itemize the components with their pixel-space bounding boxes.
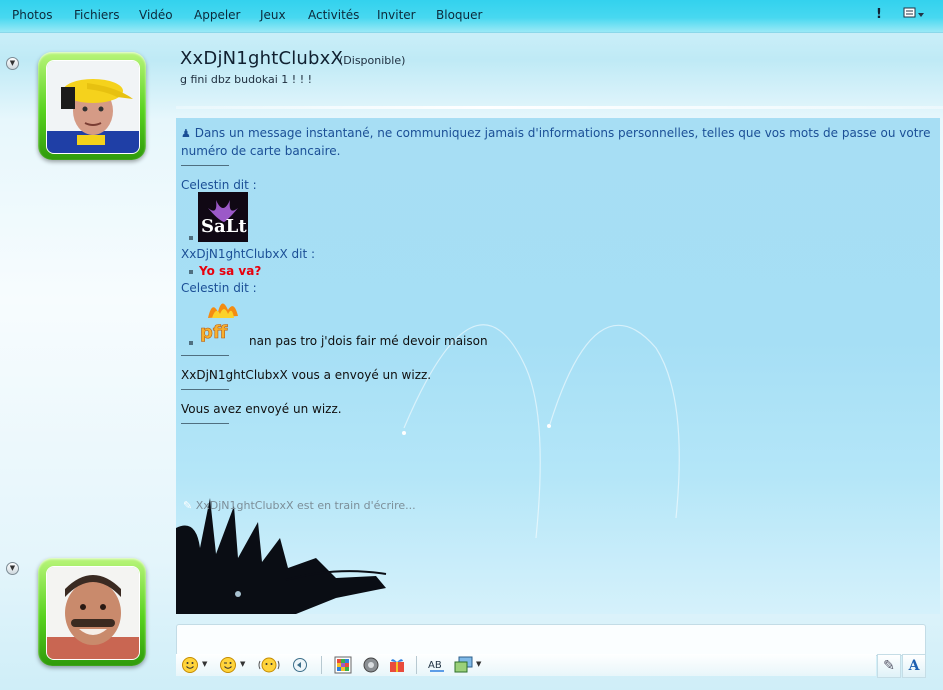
nudge-icon[interactable] [258,656,280,678]
menu-video[interactable]: Vidéo [139,8,173,22]
contact-name: XxDjN1ghtClubxX [180,48,344,69]
separator [181,165,229,166]
contact-personal-message: g fini dbz budokai 1 ! ! ! [180,73,313,86]
menu-jeux[interactable]: Jeux [260,8,286,22]
message-bullet [189,270,193,274]
contact-avatar [46,60,140,154]
font-button[interactable]: A [902,654,926,678]
separator [181,389,229,390]
handwriting-icon: ✎ [883,658,895,674]
header-divider [176,106,943,109]
menu-activites[interactable]: Activités [308,8,359,22]
message-sender: Celestin dit : [181,178,257,192]
svg-text:AB: AB [428,660,442,671]
menu-fichiers[interactable]: Fichiers [74,8,119,22]
menu-bloquer[interactable]: Bloquer [436,8,482,22]
emoticon-dropdown-icon[interactable]: ▼ [202,660,207,668]
background-icon[interactable] [334,656,352,678]
message-input[interactable] [176,624,926,656]
font-icon: A [908,658,920,674]
alert-icon[interactable]: ! [876,7,882,22]
toolbar-separator [416,656,417,674]
my-avatar [46,566,140,660]
voice-clip-icon[interactable] [292,656,308,678]
emoticon-icon[interactable] [181,656,199,678]
message-bullet [189,236,193,240]
spelling-icon[interactable]: AB [428,656,446,678]
salut-emoticon-icon: SaLt [198,192,248,242]
conversation-area[interactable]: ♟ Dans un message instantané, ne communi… [176,118,940,614]
security-warning: ♟ Dans un message instantané, ne communi… [181,126,930,140]
menu-options-icon[interactable] [903,7,925,25]
svg-text:pff: pff [200,322,228,343]
security-warning-line2: numéro de carte bancaire. [181,144,341,158]
toolbar-separator [321,656,322,674]
separator [181,355,229,356]
image-icon[interactable] [454,656,474,678]
contact-avatar-frame[interactable] [38,52,146,160]
security-warning-text: Dans un message instantané, ne communiqu… [194,126,931,140]
menu-inviter[interactable]: Inviter [377,8,416,22]
svg-text:SaLt: SaLt [201,216,247,237]
collapse-contact-pic-button[interactable]: ▼ [6,57,19,70]
handwriting-button[interactable]: ✎ [877,654,901,678]
menu-photos[interactable]: Photos [12,8,52,22]
conversation-background [176,324,680,614]
menu-bar: Photos Fichiers Vidéo Appeler Jeux Activ… [0,0,943,33]
games-icon[interactable] [362,656,380,678]
typing-indicator: ✎ XxDjN1ghtClubxX est en train d'écrire.… [183,499,416,512]
image-dropdown-icon[interactable]: ▼ [476,660,481,668]
wink-icon[interactable] [219,656,237,678]
pfff-emoticon-icon: pff [198,296,246,344]
message-sender: XxDjN1ghtClubxX dit : [181,247,316,261]
my-avatar-frame[interactable] [38,558,146,666]
wizz-received-notice: XxDjN1ghtClubxX vous a envoyé un wizz. [181,368,432,382]
contact-status: (Disponible) [339,54,406,67]
wizz-sent-notice: Vous avez envoyé un wizz. [181,402,342,416]
message-bullet [189,341,193,345]
separator [181,423,229,424]
wink-dropdown-icon[interactable]: ▼ [240,660,245,668]
menu-appeler[interactable]: Appeler [194,8,240,22]
message-sender: Celestin dit : [181,281,257,295]
input-toolbar [176,654,876,676]
warning-icon: ♟ [181,127,191,140]
pencil-bubble-icon: ✎ [183,499,193,512]
typing-indicator-text: XxDjN1ghtClubxX est en train d'écrire... [195,499,416,512]
gift-icon[interactable] [388,656,406,678]
message-text: nan pas tro j'dois fair mé devoir maison [249,334,488,348]
collapse-my-pic-button[interactable]: ▼ [6,562,19,575]
message-text: Yo sa va? [199,264,262,278]
